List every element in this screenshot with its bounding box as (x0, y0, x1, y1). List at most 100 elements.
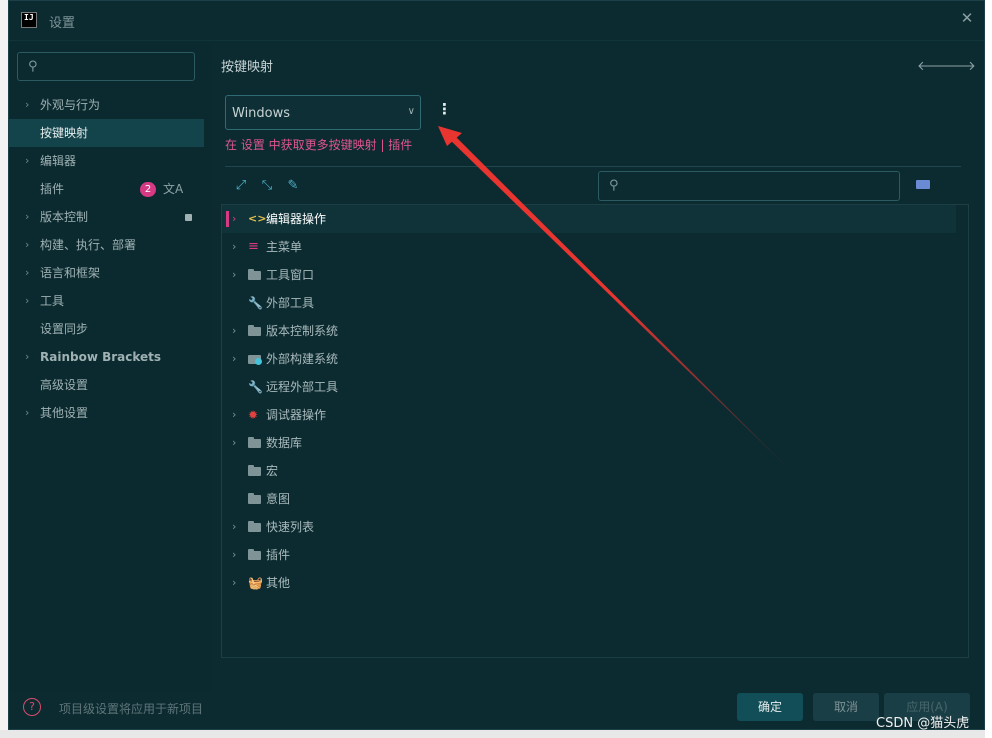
tree-row[interactable]: › ✹ 调试器操作 (222, 401, 956, 429)
ok-button[interactable]: 确定 (737, 693, 803, 721)
get-more-keymaps-link[interactable]: 在 设置 中获取更多按键映射 | 插件 (225, 136, 412, 153)
chevron-down-icon: ∨ (407, 106, 415, 117)
forward-arrow-icon[interactable]: 🡒 (941, 58, 976, 74)
chevron-right-icon[interactable]: › (232, 233, 236, 261)
sidebar-search-input[interactable]: ⚲ (17, 52, 195, 81)
tree-row[interactable]: › 插件 (222, 541, 956, 569)
tree-row[interactable]: › 数据库 (222, 429, 956, 457)
chevron-right-icon[interactable]: › (232, 345, 236, 373)
chevron-right-icon[interactable]: › (25, 287, 29, 315)
sidebar-item[interactable]: › 版本控制 (9, 203, 204, 231)
tree-row[interactable]: › 🧺 其他 (222, 569, 956, 597)
sidebar-item[interactable]: › 工具 (9, 287, 204, 315)
wrench-icon: 🔧 (248, 380, 263, 394)
tree-row[interactable]: 🔧 外部工具 (222, 289, 956, 317)
sidebar-item[interactable]: › 语言和框架 (9, 259, 204, 287)
tree-row-label: 意图 (266, 492, 291, 506)
tree-row-label: 调试器操作 (266, 408, 327, 422)
keyboard-shortcut-search-icon[interactable] (916, 180, 930, 189)
sidebar-item[interactable]: 插件 2 文A (9, 175, 204, 203)
window-title: 设置 (49, 16, 76, 31)
tree-row[interactable]: › 版本控制系统 (222, 317, 956, 345)
edit-pencil-icon[interactable]: ✎ (285, 178, 301, 194)
sidebar-item-label: 构建、执行、部署 (40, 238, 137, 252)
more-options-icon[interactable]: ⋮ (437, 101, 452, 117)
chevron-right-icon[interactable]: › (232, 513, 236, 541)
chevron-right-icon[interactable]: › (232, 317, 236, 345)
chevron-right-icon[interactable]: › (25, 343, 29, 371)
tree-row[interactable]: › ≡ 主菜单 (222, 233, 956, 261)
sidebar-item[interactable]: › Rainbow Brackets (9, 343, 204, 371)
sidebar-item-label: 版本控制 (40, 210, 89, 224)
search-icon: ⚲ (609, 178, 619, 193)
footer-note: 项目级设置将应用于新项目 (59, 702, 204, 716)
sidebar-item[interactable]: › 其他设置 (9, 399, 204, 427)
chevron-right-icon[interactable]: › (232, 261, 236, 289)
tree-row-label: 其他 (266, 576, 291, 590)
help-icon[interactable]: ? (23, 698, 41, 716)
gear-folder-icon (248, 352, 262, 366)
tree-row-label: 版本控制系统 (266, 324, 339, 338)
chevron-right-icon[interactable]: › (232, 541, 236, 569)
keymap-select[interactable]: Windows ∨ (225, 95, 421, 130)
tree-row[interactable]: 意图 (222, 485, 956, 513)
tree-row-label: 数据库 (266, 436, 303, 450)
wrench-icon: 🔧 (248, 296, 263, 310)
chevron-right-icon[interactable]: › (232, 401, 236, 429)
action-tree: › <> 编辑器操作 › ≡ 主菜单 › 工具窗口 🔧 外部工具 › 版本控制系统 › 外部构建系统 🔧 远程… (221, 204, 969, 658)
sidebar-item[interactable]: › 外观与行为 (9, 91, 204, 119)
chevron-right-icon[interactable]: › (25, 147, 29, 175)
chevron-right-icon[interactable]: › (25, 91, 29, 119)
sidebar-item[interactable]: 设置同步 (9, 315, 204, 343)
chevron-right-icon[interactable]: › (25, 203, 29, 231)
tree-row[interactable]: › 外部构建系统 (222, 345, 956, 373)
chevron-right-icon[interactable]: › (232, 429, 236, 457)
tree-row[interactable]: 宏 (222, 457, 956, 485)
chevron-right-icon[interactable]: › (232, 205, 236, 233)
tree-row-label: 编辑器操作 (266, 212, 327, 226)
tree-row-label: 外部构建系统 (266, 352, 339, 366)
chevron-right-icon[interactable]: › (25, 399, 29, 427)
update-count-badge: 2 (140, 182, 156, 197)
settings-dialog: 设置 ✕ ⚲ ›外观与行为按键映射›编辑器插件2文A›版本控制›构建、执行、部署… (8, 0, 985, 730)
project-scope-icon (185, 214, 192, 221)
folder-icon (248, 464, 262, 478)
divider (225, 166, 961, 167)
folder-icon (248, 324, 262, 338)
page-title: 按键映射 (221, 60, 274, 75)
background-page-bottom (0, 730, 985, 738)
folder-icon (248, 268, 262, 282)
tree-row-label: 外部工具 (266, 296, 315, 310)
expand-all-icon[interactable]: ⤢ (233, 178, 249, 194)
tree-row-label: 远程外部工具 (266, 380, 339, 394)
sidebar-item[interactable]: 高级设置 (9, 371, 204, 399)
sidebar-item-label: 高级设置 (40, 378, 89, 392)
chevron-right-icon[interactable]: › (25, 231, 29, 259)
tree-row[interactable]: 🔧 远程外部工具 (222, 373, 956, 401)
tree-row[interactable]: › <> 编辑器操作 (222, 205, 956, 233)
sidebar-item-label: 其他设置 (40, 406, 89, 420)
selection-indicator (226, 211, 229, 227)
sidebar-item-label: 按键映射 (40, 126, 89, 140)
titlebar: 设置 ✕ (9, 1, 984, 41)
chevron-right-icon[interactable]: › (232, 569, 236, 597)
folder-icon (248, 492, 262, 506)
sidebar-item-label: 语言和框架 (40, 266, 101, 280)
tree-row[interactable]: › 工具窗口 (222, 261, 956, 289)
sidebar-item-label: 插件 (40, 182, 65, 196)
sidebar-item-label: 工具 (40, 294, 65, 308)
tree-row[interactable]: › 快速列表 (222, 513, 956, 541)
basket-icon: 🧺 (248, 576, 263, 590)
background-page-edge (985, 0, 992, 738)
sidebar-item-label: 外观与行为 (40, 98, 101, 112)
chevron-right-icon[interactable]: › (25, 259, 29, 287)
cancel-button[interactable]: 取消 (813, 693, 879, 721)
sidebar-item-label: Rainbow Brackets (40, 350, 162, 364)
collapse-all-icon[interactable]: ⤡ (259, 178, 275, 194)
action-search-input[interactable]: ⚲ (598, 171, 900, 201)
sidebar-item[interactable]: 按键映射 (9, 119, 204, 147)
search-icon: ⚲ (28, 59, 38, 74)
sidebar-item[interactable]: › 构建、执行、部署 (9, 231, 204, 259)
sidebar-item[interactable]: › 编辑器 (9, 147, 204, 175)
close-icon[interactable]: ✕ (958, 9, 976, 27)
